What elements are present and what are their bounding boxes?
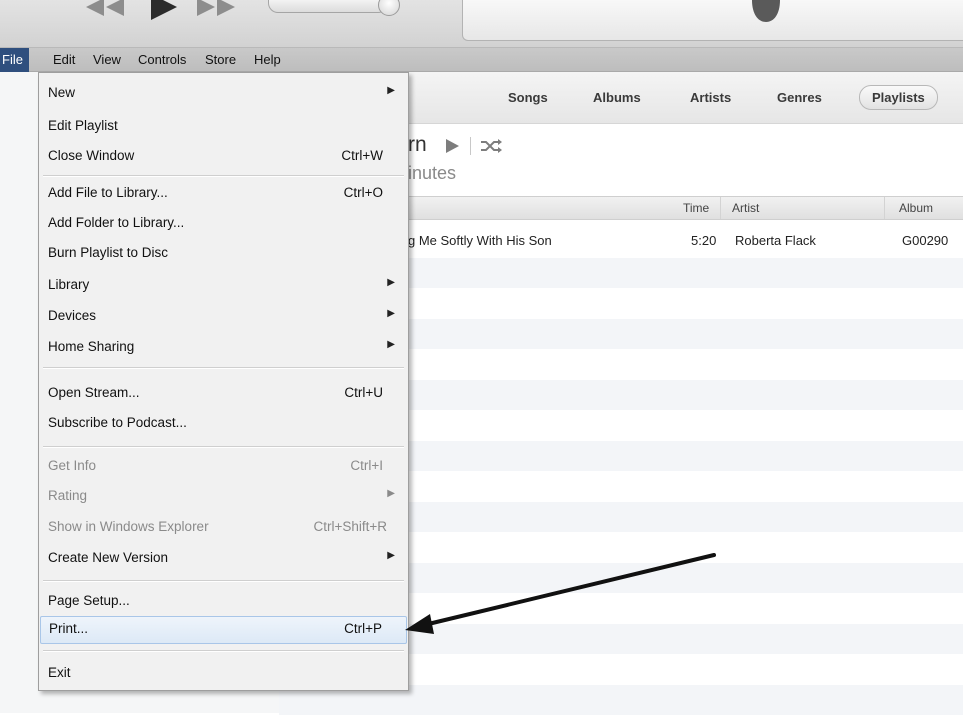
play-icon	[151, 0, 177, 20]
menu-item-get-info: Get Info Ctrl+I	[48, 458, 383, 473]
column-separator	[884, 197, 885, 219]
menu-store[interactable]: Store	[199, 48, 242, 72]
menu-view[interactable]: View	[87, 48, 127, 72]
song-album: G00290	[902, 233, 949, 248]
menu-item-subscribe-podcast[interactable]: Subscribe to Podcast...	[40, 410, 407, 438]
menu-separator	[43, 367, 404, 369]
playlist-duration: inutes	[408, 163, 457, 183]
song-name: g Me Softly With His Son	[408, 233, 552, 248]
fast-forward-icon	[197, 0, 235, 16]
song-artist: Roberta Flack	[735, 233, 816, 248]
tab-albums[interactable]: Albums	[593, 90, 641, 105]
submenu-arrow-icon: ▶	[387, 550, 395, 561]
menu-item-add-folder[interactable]: Add Folder to Library...	[40, 210, 407, 238]
menu-item-burn-playlist[interactable]: Burn Playlist to Disc	[40, 240, 407, 268]
menu-item-home-sharing[interactable]: Home Sharing ▶	[40, 334, 407, 362]
shuffle-icon	[481, 139, 502, 153]
fast-forward-button[interactable]	[195, 0, 239, 16]
volume-knob[interactable]	[378, 0, 400, 16]
shuffle-button[interactable]	[480, 138, 502, 159]
menu-separator	[43, 175, 404, 177]
rewind-button[interactable]	[82, 0, 126, 16]
play-button[interactable]	[147, 0, 181, 20]
menu-item-new[interactable]: New ▶	[40, 80, 407, 108]
submenu-arrow-icon: ▶	[387, 488, 395, 499]
menu-separator	[43, 580, 404, 582]
menu-item-devices[interactable]: Devices ▶	[40, 303, 407, 331]
tab-genres[interactable]: Genres	[777, 90, 822, 105]
menu-bar: File Edit View Controls Store Help	[0, 48, 963, 72]
column-artist[interactable]: Artist	[732, 201, 759, 215]
column-separator	[720, 197, 721, 219]
menu-file[interactable]: File	[0, 48, 29, 72]
tab-artists[interactable]: Artists	[690, 90, 731, 105]
menu-item-exit[interactable]: Exit	[40, 660, 407, 688]
player-toolbar	[0, 0, 963, 48]
divider	[470, 137, 471, 155]
file-menu-dropdown: New ▶ Edit Playlist Close Window Ctrl+W …	[38, 72, 409, 691]
tab-songs[interactable]: Songs	[508, 90, 548, 105]
menu-item-rating: Rating ▶	[48, 488, 395, 503]
tab-playlists[interactable]: Playlists	[859, 85, 938, 110]
menu-item-add-file[interactable]: Add File to Library... Ctrl+O	[40, 180, 407, 208]
play-icon	[446, 139, 459, 153]
submenu-arrow-icon: ▶	[387, 339, 395, 350]
menu-item-open-stream[interactable]: Open Stream... Ctrl+U	[40, 380, 407, 408]
menu-item-library[interactable]: Library ▶	[40, 272, 407, 300]
submenu-arrow-icon: ▶	[387, 277, 395, 288]
menu-edit[interactable]: Edit	[47, 48, 81, 72]
menu-controls[interactable]: Controls	[132, 48, 192, 72]
column-album[interactable]: Album	[899, 201, 933, 215]
rewind-icon	[86, 0, 124, 16]
menu-item-create-new-version[interactable]: Create New Version ▶	[40, 545, 407, 573]
status-display	[462, 0, 963, 41]
submenu-arrow-icon: ▶	[387, 308, 395, 319]
playlist-title: rn	[408, 133, 427, 156]
song-time: 5:20	[691, 233, 717, 248]
menu-separator	[43, 650, 404, 652]
menu-separator	[43, 446, 404, 448]
menu-item-page-setup[interactable]: Page Setup...	[40, 588, 407, 616]
menu-item-print[interactable]: Print... Ctrl+P	[40, 616, 407, 644]
column-time[interactable]: Time	[683, 201, 709, 215]
menu-item-edit-playlist[interactable]: Edit Playlist	[40, 113, 407, 141]
submenu-arrow-icon: ▶	[387, 85, 395, 96]
apple-logo-icon	[750, 0, 782, 31]
menu-item-close-window[interactable]: Close Window Ctrl+W	[40, 143, 407, 171]
menu-item-show-in-explorer: Show in Windows Explorer Ctrl+Shift+R	[48, 519, 387, 534]
playlist-play-button[interactable]	[444, 138, 460, 159]
menu-help[interactable]: Help	[248, 48, 287, 72]
volume-slider[interactable]	[268, 0, 388, 13]
